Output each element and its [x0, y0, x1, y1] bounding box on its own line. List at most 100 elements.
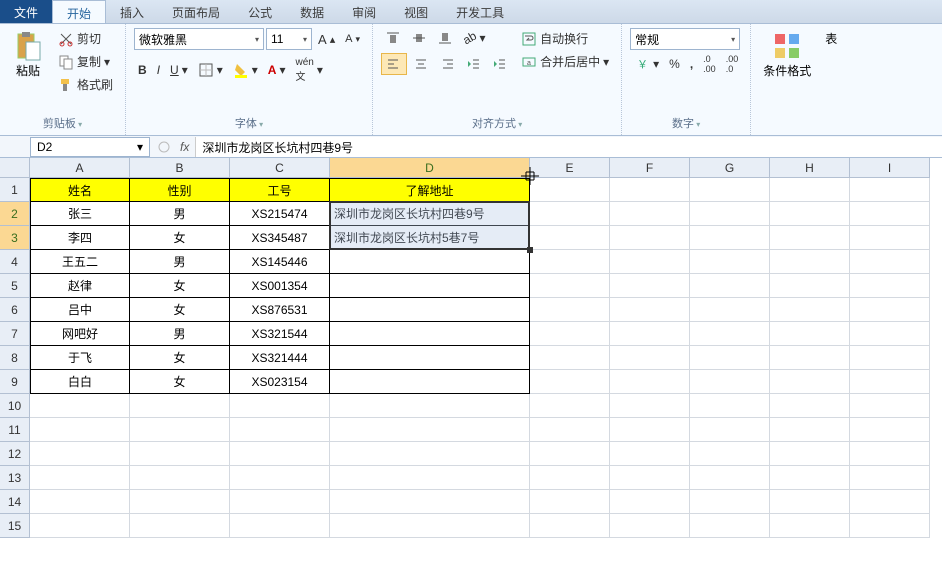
cell-G8[interactable] — [690, 346, 770, 370]
cell-D12[interactable] — [330, 442, 530, 466]
data-cell-b-5[interactable]: 女 — [130, 274, 230, 298]
select-all-corner[interactable] — [0, 158, 30, 178]
col-header-G[interactable]: G — [690, 158, 770, 178]
data-cell-d-7[interactable] — [330, 322, 530, 346]
cell-B12[interactable] — [130, 442, 230, 466]
col-header-C[interactable]: C — [230, 158, 330, 178]
cell-E6[interactable] — [530, 298, 610, 322]
cell-F14[interactable] — [610, 490, 690, 514]
orientation-button[interactable]: ab▾ — [459, 29, 489, 47]
comma-button[interactable]: , — [686, 55, 697, 73]
underline-button[interactable]: U▾ — [166, 61, 192, 79]
copy-button[interactable]: 复制▾ — [54, 51, 117, 72]
cell-G13[interactable] — [690, 466, 770, 490]
tab-insert[interactable]: 插入 — [106, 0, 158, 23]
cell-A15[interactable] — [30, 514, 130, 538]
cell-I3[interactable] — [850, 226, 930, 250]
data-cell-a-4[interactable]: 王五二 — [30, 250, 130, 274]
cell-A13[interactable] — [30, 466, 130, 490]
font-name-select[interactable]: 微软雅黑▾ — [134, 28, 264, 50]
data-cell-d-8[interactable] — [330, 346, 530, 370]
cell-H13[interactable] — [770, 466, 850, 490]
cell-E4[interactable] — [530, 250, 610, 274]
cell-E1[interactable] — [530, 178, 610, 202]
formula-input[interactable]: 深圳市龙岗区长坑村四巷9号 — [195, 137, 942, 157]
row-header-9[interactable]: 9 — [0, 370, 30, 394]
decrease-font-button[interactable]: A▾ — [341, 31, 364, 47]
align-bottom-button[interactable] — [433, 28, 457, 48]
cell-I7[interactable] — [850, 322, 930, 346]
cell-F13[interactable] — [610, 466, 690, 490]
align-top-button[interactable] — [381, 28, 405, 48]
row-header-5[interactable]: 5 — [0, 274, 30, 298]
align-center-button[interactable] — [409, 54, 433, 74]
cancel-icon[interactable] — [157, 140, 171, 154]
cell-E12[interactable] — [530, 442, 610, 466]
row-header-7[interactable]: 7 — [0, 322, 30, 346]
tab-data[interactable]: 数据 — [286, 0, 338, 23]
cell-I8[interactable] — [850, 346, 930, 370]
cell-B15[interactable] — [130, 514, 230, 538]
col-header-H[interactable]: H — [770, 158, 850, 178]
cell-F9[interactable] — [610, 370, 690, 394]
row-header-1[interactable]: 1 — [0, 178, 30, 202]
merge-center-button[interactable]: a合并后居中▾ — [517, 51, 613, 72]
cell-G7[interactable] — [690, 322, 770, 346]
cell-G15[interactable] — [690, 514, 770, 538]
cell-I6[interactable] — [850, 298, 930, 322]
cell-E14[interactable] — [530, 490, 610, 514]
cell-F3[interactable] — [610, 226, 690, 250]
cell-H6[interactable] — [770, 298, 850, 322]
data-cell-a-6[interactable]: 吕中 — [30, 298, 130, 322]
cell-I13[interactable] — [850, 466, 930, 490]
cell-H15[interactable] — [770, 514, 850, 538]
data-cell-a-8[interactable]: 于飞 — [30, 346, 130, 370]
data-cell-a-7[interactable]: 网吧好 — [30, 322, 130, 346]
cell-F2[interactable] — [610, 202, 690, 226]
cell-F10[interactable] — [610, 394, 690, 418]
cell-A11[interactable] — [30, 418, 130, 442]
cell-G4[interactable] — [690, 250, 770, 274]
cell-F5[interactable] — [610, 274, 690, 298]
cell-H3[interactable] — [770, 226, 850, 250]
cell-H5[interactable] — [770, 274, 850, 298]
data-cell-c-8[interactable]: XS321444 — [230, 346, 330, 370]
italic-button[interactable]: I — [153, 61, 164, 79]
col-header-B[interactable]: B — [130, 158, 230, 178]
cell-G14[interactable] — [690, 490, 770, 514]
cell-A14[interactable] — [30, 490, 130, 514]
cell-E7[interactable] — [530, 322, 610, 346]
tab-home[interactable]: 开始 — [52, 0, 106, 23]
cell-G5[interactable] — [690, 274, 770, 298]
cell-C13[interactable] — [230, 466, 330, 490]
data-cell-d-3[interactable]: 深圳市龙岗区长坑村5巷7号 — [330, 226, 530, 250]
data-cell-c-9[interactable]: XS023154 — [230, 370, 330, 394]
cell-E13[interactable] — [530, 466, 610, 490]
cell-D14[interactable] — [330, 490, 530, 514]
align-right-button[interactable] — [435, 54, 459, 74]
row-header-14[interactable]: 14 — [0, 490, 30, 514]
decrease-decimal-button[interactable]: .00.0 — [722, 52, 743, 76]
cell-E8[interactable] — [530, 346, 610, 370]
cell-D11[interactable] — [330, 418, 530, 442]
cell-F6[interactable] — [610, 298, 690, 322]
cell-G10[interactable] — [690, 394, 770, 418]
cell-I5[interactable] — [850, 274, 930, 298]
data-cell-b-3[interactable]: 女 — [130, 226, 230, 250]
cell-D15[interactable] — [330, 514, 530, 538]
cell-E5[interactable] — [530, 274, 610, 298]
cell-I9[interactable] — [850, 370, 930, 394]
tab-review[interactable]: 审阅 — [338, 0, 390, 23]
wrap-text-button[interactable]: 自动换行 — [517, 28, 613, 49]
fill-handle[interactable] — [527, 247, 533, 253]
cell-C15[interactable] — [230, 514, 330, 538]
col-header-A[interactable]: A — [30, 158, 130, 178]
data-cell-c-5[interactable]: XS001354 — [230, 274, 330, 298]
data-cell-b-6[interactable]: 女 — [130, 298, 230, 322]
cell-I2[interactable] — [850, 202, 930, 226]
data-cell-a-2[interactable]: 张三 — [30, 202, 130, 226]
cell-F15[interactable] — [610, 514, 690, 538]
bold-button[interactable]: B — [134, 61, 151, 79]
cell-I10[interactable] — [850, 394, 930, 418]
cell-G11[interactable] — [690, 418, 770, 442]
